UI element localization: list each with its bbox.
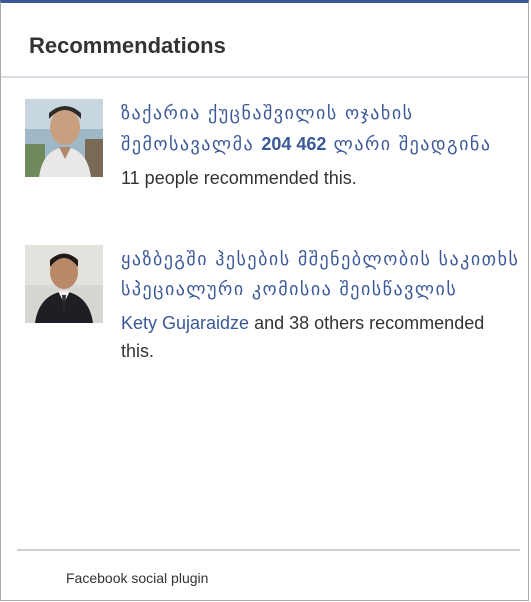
widget-header: Recommendations bbox=[1, 3, 528, 78]
recommend-count: 11 people recommended this. bbox=[121, 168, 357, 188]
article-title-link[interactable]: ყაზბეგში ჰესების მშენებლობის საკითხს სპე… bbox=[121, 245, 521, 305]
article-thumbnail[interactable] bbox=[25, 99, 103, 177]
plugin-label-link[interactable]: Facebook social plugin bbox=[66, 570, 208, 586]
item-text: ზაქარია ქუცნაშვილის ოჯახის შემოსავალმა 2… bbox=[121, 99, 521, 192]
recommend-info: Kety Gujaraidze and 38 others recommende… bbox=[121, 309, 521, 365]
recommendation-item: ზაქარია ქუცნაშვილის ოჯახის შემოსავალმა 2… bbox=[25, 99, 515, 229]
article-thumbnail[interactable] bbox=[25, 245, 103, 323]
widget-footer: Facebook social plugin bbox=[17, 549, 520, 591]
recommendation-item: ყაზბეგში ჰესების მშენებლობის საკითხს სპე… bbox=[25, 245, 518, 445]
recommender-link[interactable]: Kety Gujaraidze bbox=[121, 313, 249, 333]
recommendations-widget: Recommendations ზაქარია ქუცნაშვილის ოჯახ… bbox=[0, 0, 529, 601]
title-text-end: ლარი შეადგინა bbox=[326, 134, 492, 155]
article-title-link[interactable]: ზაქარია ქუცნაშვილის ოჯახის შემოსავალმა 2… bbox=[121, 99, 521, 160]
title-amount: 204 462 bbox=[261, 134, 327, 154]
widget-title: Recommendations bbox=[29, 33, 226, 58]
item-text: ყაზბეგში ჰესების მშენებლობის საკითხს სპე… bbox=[121, 245, 521, 365]
